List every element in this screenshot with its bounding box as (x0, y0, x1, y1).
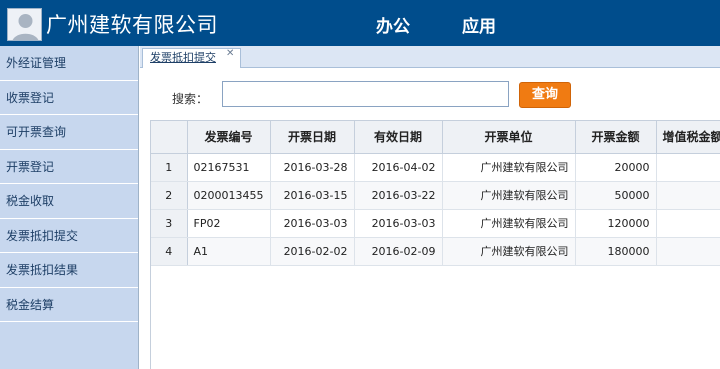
col-header-amount[interactable]: 开票金额 (575, 121, 657, 154)
col-header-issue-date[interactable]: 开票日期 (270, 121, 355, 154)
row-number: 2 (151, 181, 188, 210)
rownum-header (151, 121, 188, 154)
nav-office[interactable]: 办公 (376, 12, 410, 37)
cell-valid-date: 2016-03-22 (354, 181, 443, 210)
sidebar-item-receive-invoice[interactable]: 收票登记 (0, 80, 138, 115)
table-header-row: 发票编号 开票日期 有效日期 开票单位 开票金额 增值税金额 (151, 121, 720, 154)
row-number: 4 (151, 237, 188, 266)
col-header-invoice-no[interactable]: 发票编号 (187, 121, 271, 154)
cell-invoice-no: FP02 (187, 209, 271, 238)
cell-issue-date: 2016-03-15 (270, 181, 355, 210)
cell-issuing-unit: 广州建软有限公司 (442, 209, 576, 238)
sidebar-item-tax-settlement[interactable]: 税金结算 (0, 287, 138, 322)
cell-vat (656, 209, 720, 238)
sidebar-item-external-permit[interactable]: 外经证管理 (0, 46, 138, 81)
col-header-issuing-unit[interactable]: 开票单位 (442, 121, 576, 154)
cell-valid-date: 2016-02-09 (354, 237, 443, 266)
sidebar-item-issue-invoice[interactable]: 开票登记 (0, 149, 138, 184)
cell-vat (656, 237, 720, 266)
cell-amount: 20000 (575, 153, 657, 182)
sidebar-item-deduction-submit[interactable]: 发票抵扣提交 (0, 218, 138, 253)
cell-amount: 50000 (575, 181, 657, 210)
cell-amount: 180000 (575, 237, 657, 266)
table-row[interactable]: 2 0200013455 2016-03-15 2016-03-22 广州建软有… (151, 181, 720, 210)
tab-deduction-submit[interactable]: 发票抵扣提交 ✕ (142, 48, 241, 68)
cell-issue-date: 2016-02-02 (270, 237, 355, 266)
table-row[interactable]: 4 A1 2016-02-02 2016-02-09 广州建软有限公司 1800… (151, 237, 720, 266)
col-header-valid-date[interactable]: 有效日期 (354, 121, 443, 154)
table-row[interactable]: 1 02167531 2016-03-28 2016-04-02 广州建软有限公… (151, 153, 720, 182)
nav-apps[interactable]: 应用 (462, 12, 496, 37)
cell-issuing-unit: 广州建软有限公司 (442, 153, 576, 182)
sidebar-item-deduction-result[interactable]: 发票抵扣结果 (0, 253, 138, 288)
cell-invoice-no: A1 (187, 237, 271, 266)
cell-issuing-unit: 广州建软有限公司 (442, 181, 576, 210)
cell-issue-date: 2016-03-28 (270, 153, 355, 182)
top-header: 广州建软有限公司 办公 应用 (0, 0, 720, 46)
table-row[interactable]: 3 FP02 2016-03-03 2016-03-03 广州建软有限公司 12… (151, 209, 720, 238)
row-number: 1 (151, 153, 188, 182)
cell-amount: 120000 (575, 209, 657, 238)
query-button[interactable]: 查询 (519, 82, 571, 108)
sidebar-item-tax-collection[interactable]: 税金收取 (0, 184, 138, 219)
sidebar: 外经证管理 收票登记 可开票查询 开票登记 税金收取 发票抵扣提交 发票抵扣结果… (0, 46, 139, 369)
search-label: 搜索： (172, 92, 209, 106)
invoice-table: 发票编号 开票日期 有效日期 开票单位 开票金额 增值税金额 1 0216753… (150, 120, 720, 369)
search-input[interactable] (222, 81, 509, 107)
cell-valid-date: 2016-03-03 (354, 209, 443, 238)
avatar[interactable] (7, 8, 42, 41)
cell-vat (656, 181, 720, 210)
col-header-vat[interactable]: 增值税金额 (656, 121, 720, 154)
cell-issue-date: 2016-03-03 (270, 209, 355, 238)
cell-issuing-unit: 广州建软有限公司 (442, 237, 576, 266)
row-number: 3 (151, 209, 188, 238)
cell-valid-date: 2016-04-02 (354, 153, 443, 182)
close-icon[interactable]: ✕ (226, 49, 236, 59)
cell-invoice-no: 0200013455 (187, 181, 271, 210)
cell-vat (656, 153, 720, 182)
sidebar-item-invoiceable-query[interactable]: 可开票查询 (0, 115, 138, 150)
cell-invoice-no: 02167531 (187, 153, 271, 182)
main-content: 发票抵扣提交 ✕ 搜索： 查询 发票编号 开票日期 有效日期 开票单位 开票金额… (140, 46, 720, 369)
user-avatar-icon (8, 9, 41, 40)
company-name: 广州建软有限公司 (46, 13, 218, 37)
tab-label: 发票抵扣提交 (150, 51, 216, 64)
tab-strip: 发票抵扣提交 ✕ (140, 46, 720, 68)
